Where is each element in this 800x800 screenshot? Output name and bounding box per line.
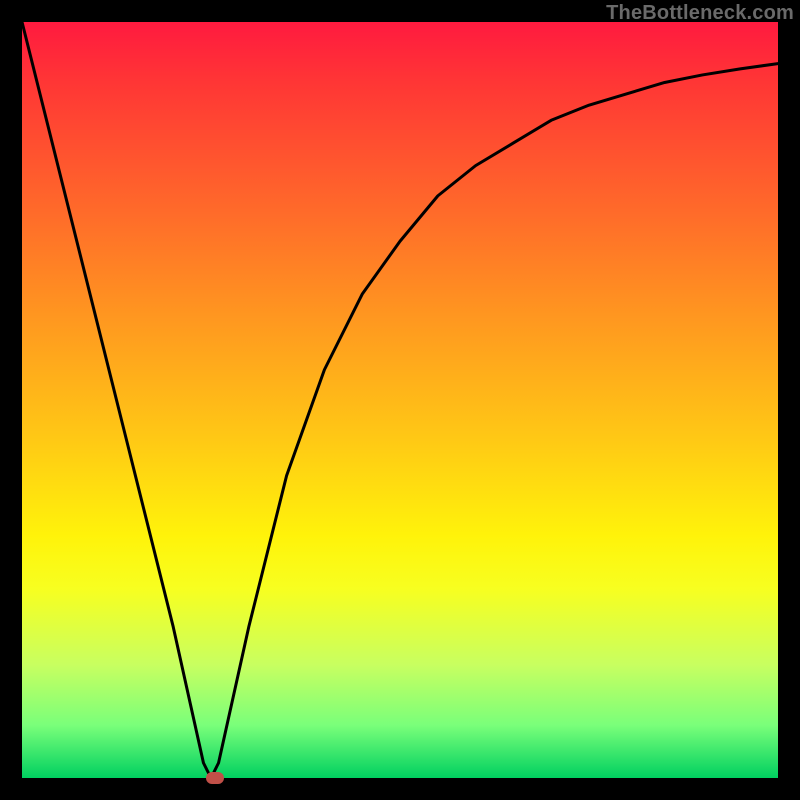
bottleneck-curve <box>22 22 778 778</box>
chart-frame: TheBottleneck.com <box>0 0 800 800</box>
watermark-text: TheBottleneck.com <box>606 2 794 25</box>
plot-outer <box>22 22 778 778</box>
optimal-point-marker <box>206 772 224 784</box>
